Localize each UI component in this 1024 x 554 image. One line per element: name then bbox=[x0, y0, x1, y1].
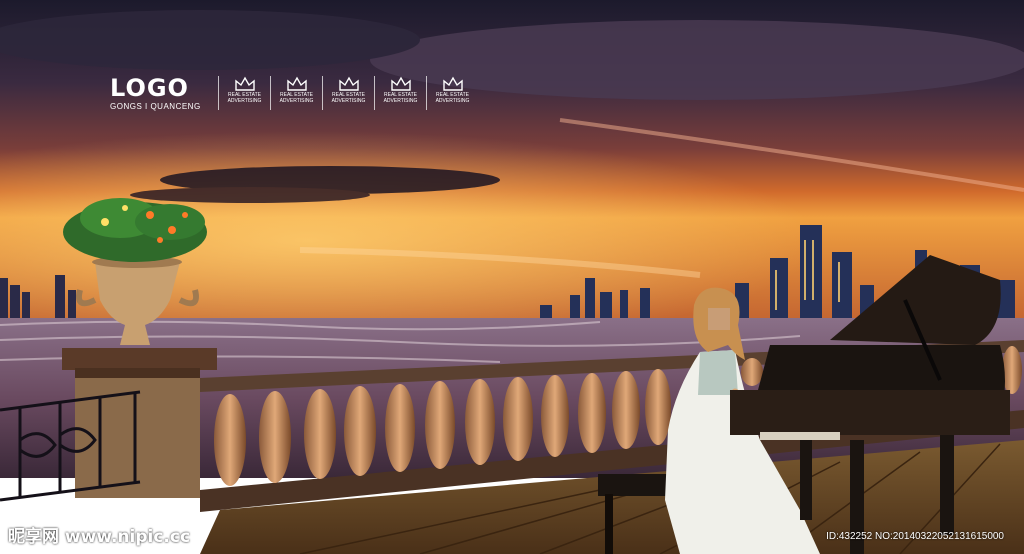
badge-line2: ADVERTISING bbox=[435, 98, 470, 104]
badge-item: REAL ESTATE ADVERTISING bbox=[270, 76, 322, 110]
crown-icon bbox=[234, 76, 255, 91]
watermark-id: ID:432252 NO:20140322052131615000 bbox=[826, 531, 1004, 542]
logo: LOGO GONGS I QUANCENG bbox=[110, 76, 201, 111]
badge-item: REAL ESTATE ADVERTISING bbox=[322, 76, 374, 110]
crown-icon bbox=[286, 76, 307, 91]
crown-icon bbox=[442, 76, 463, 91]
logo-title: LOGO bbox=[110, 74, 189, 102]
badge-row: REAL ESTATE ADVERTISING REAL ESTATE ADVE… bbox=[218, 76, 478, 110]
badge-item: REAL ESTATE ADVERTISING bbox=[426, 76, 478, 110]
crown-icon bbox=[338, 76, 359, 91]
badge-line2: ADVERTISING bbox=[279, 98, 314, 104]
logo-subtitle: GONGS I QUANCENG bbox=[110, 102, 201, 111]
badge-line2: ADVERTISING bbox=[331, 98, 366, 104]
badge-item: REAL ESTATE ADVERTISING bbox=[218, 76, 270, 110]
crown-icon bbox=[390, 76, 411, 91]
badge-item: REAL ESTATE ADVERTISING bbox=[374, 76, 426, 110]
badge-line2: ADVERTISING bbox=[227, 98, 262, 104]
badge-line2: ADVERTISING bbox=[383, 98, 418, 104]
watermark-site: 昵享网 www.nipic.cc bbox=[8, 527, 191, 547]
stone-pillar bbox=[62, 348, 217, 498]
